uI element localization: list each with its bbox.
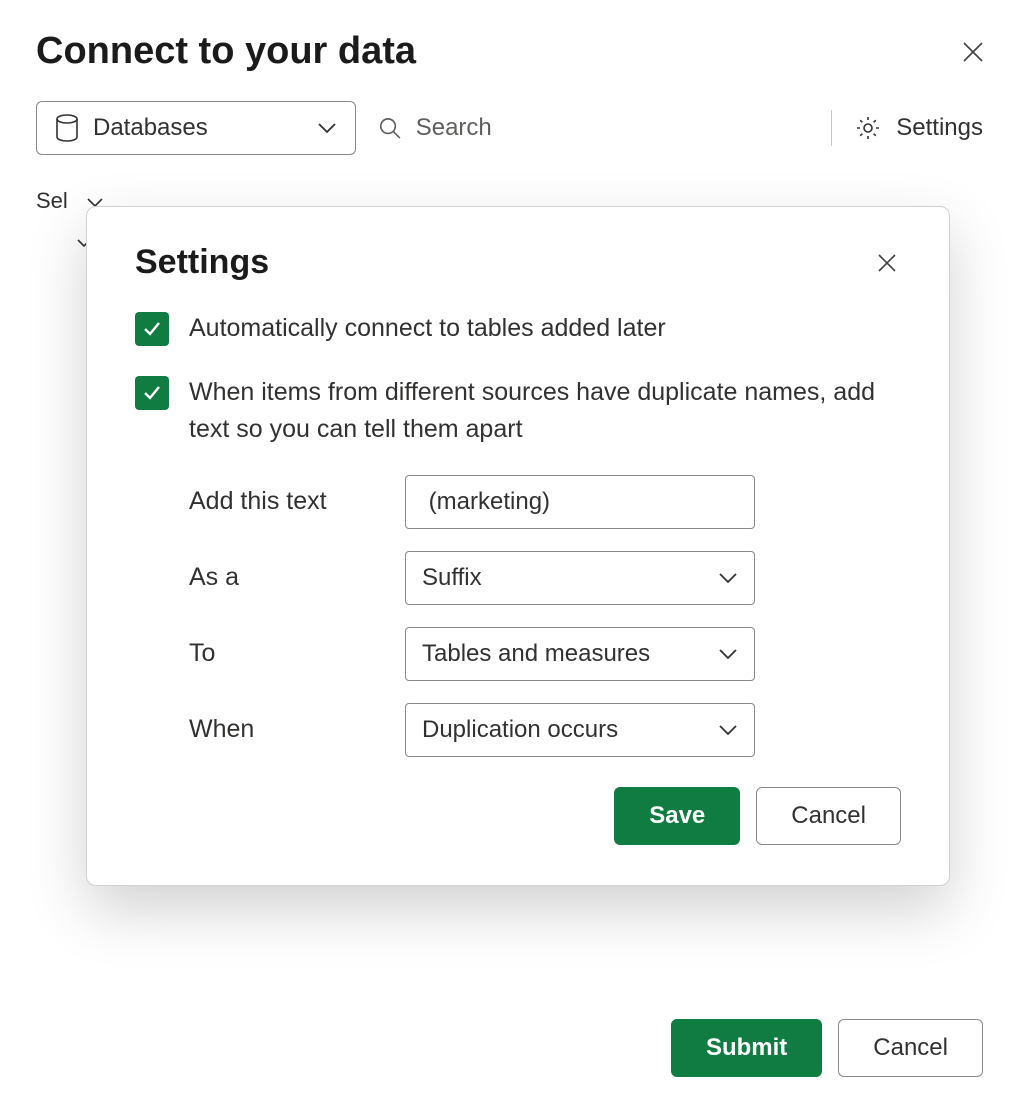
close-button[interactable] xyxy=(959,38,987,66)
search-input[interactable] xyxy=(416,114,810,142)
when-label: When xyxy=(189,715,405,744)
divider xyxy=(831,110,832,146)
to-label: To xyxy=(189,639,405,668)
page-title: Connect to your data xyxy=(36,30,416,73)
category-dropdown[interactable]: Databases xyxy=(36,101,356,155)
category-dropdown-label: Databases xyxy=(93,114,303,142)
add-text-input[interactable] xyxy=(405,475,755,529)
search-icon xyxy=(378,115,402,141)
settings-label: Settings xyxy=(896,114,983,142)
section-label: Sel xyxy=(36,188,68,213)
save-button[interactable]: Save xyxy=(614,787,740,845)
duplicate-names-checkbox[interactable] xyxy=(135,376,169,410)
auto-connect-checkbox[interactable] xyxy=(135,312,169,346)
check-icon xyxy=(141,318,163,340)
cancel-button[interactable]: Cancel xyxy=(838,1019,983,1077)
as-a-value: Suffix xyxy=(422,564,482,592)
to-value: Tables and measures xyxy=(422,640,650,668)
chevron-down-icon xyxy=(718,572,738,584)
search-field[interactable] xyxy=(374,114,813,142)
when-value: Duplication occurs xyxy=(422,716,618,744)
chevron-down-icon xyxy=(317,122,337,134)
modal-cancel-button[interactable]: Cancel xyxy=(756,787,901,845)
chevron-down-icon xyxy=(718,724,738,736)
database-icon xyxy=(55,114,79,142)
duplicate-names-label: When items from different sources have d… xyxy=(189,374,901,449)
settings-modal: Settings Automatically connect to tables… xyxy=(86,206,950,886)
check-icon xyxy=(141,382,163,404)
close-icon xyxy=(876,252,898,274)
submit-button[interactable]: Submit xyxy=(671,1019,822,1077)
as-a-label: As a xyxy=(189,563,405,592)
add-text-label: Add this text xyxy=(189,487,405,516)
to-select[interactable]: Tables and measures xyxy=(405,627,755,681)
modal-title: Settings xyxy=(135,243,269,282)
toolbar: Databases Settings xyxy=(36,101,987,155)
when-select[interactable]: Duplication occurs xyxy=(405,703,755,757)
modal-close-button[interactable] xyxy=(873,249,901,277)
chevron-down-icon xyxy=(718,648,738,660)
gear-icon xyxy=(854,114,882,142)
close-icon xyxy=(961,40,985,64)
as-a-select[interactable]: Suffix xyxy=(405,551,755,605)
settings-button[interactable]: Settings xyxy=(850,114,987,142)
auto-connect-label: Automatically connect to tables added la… xyxy=(189,310,666,348)
